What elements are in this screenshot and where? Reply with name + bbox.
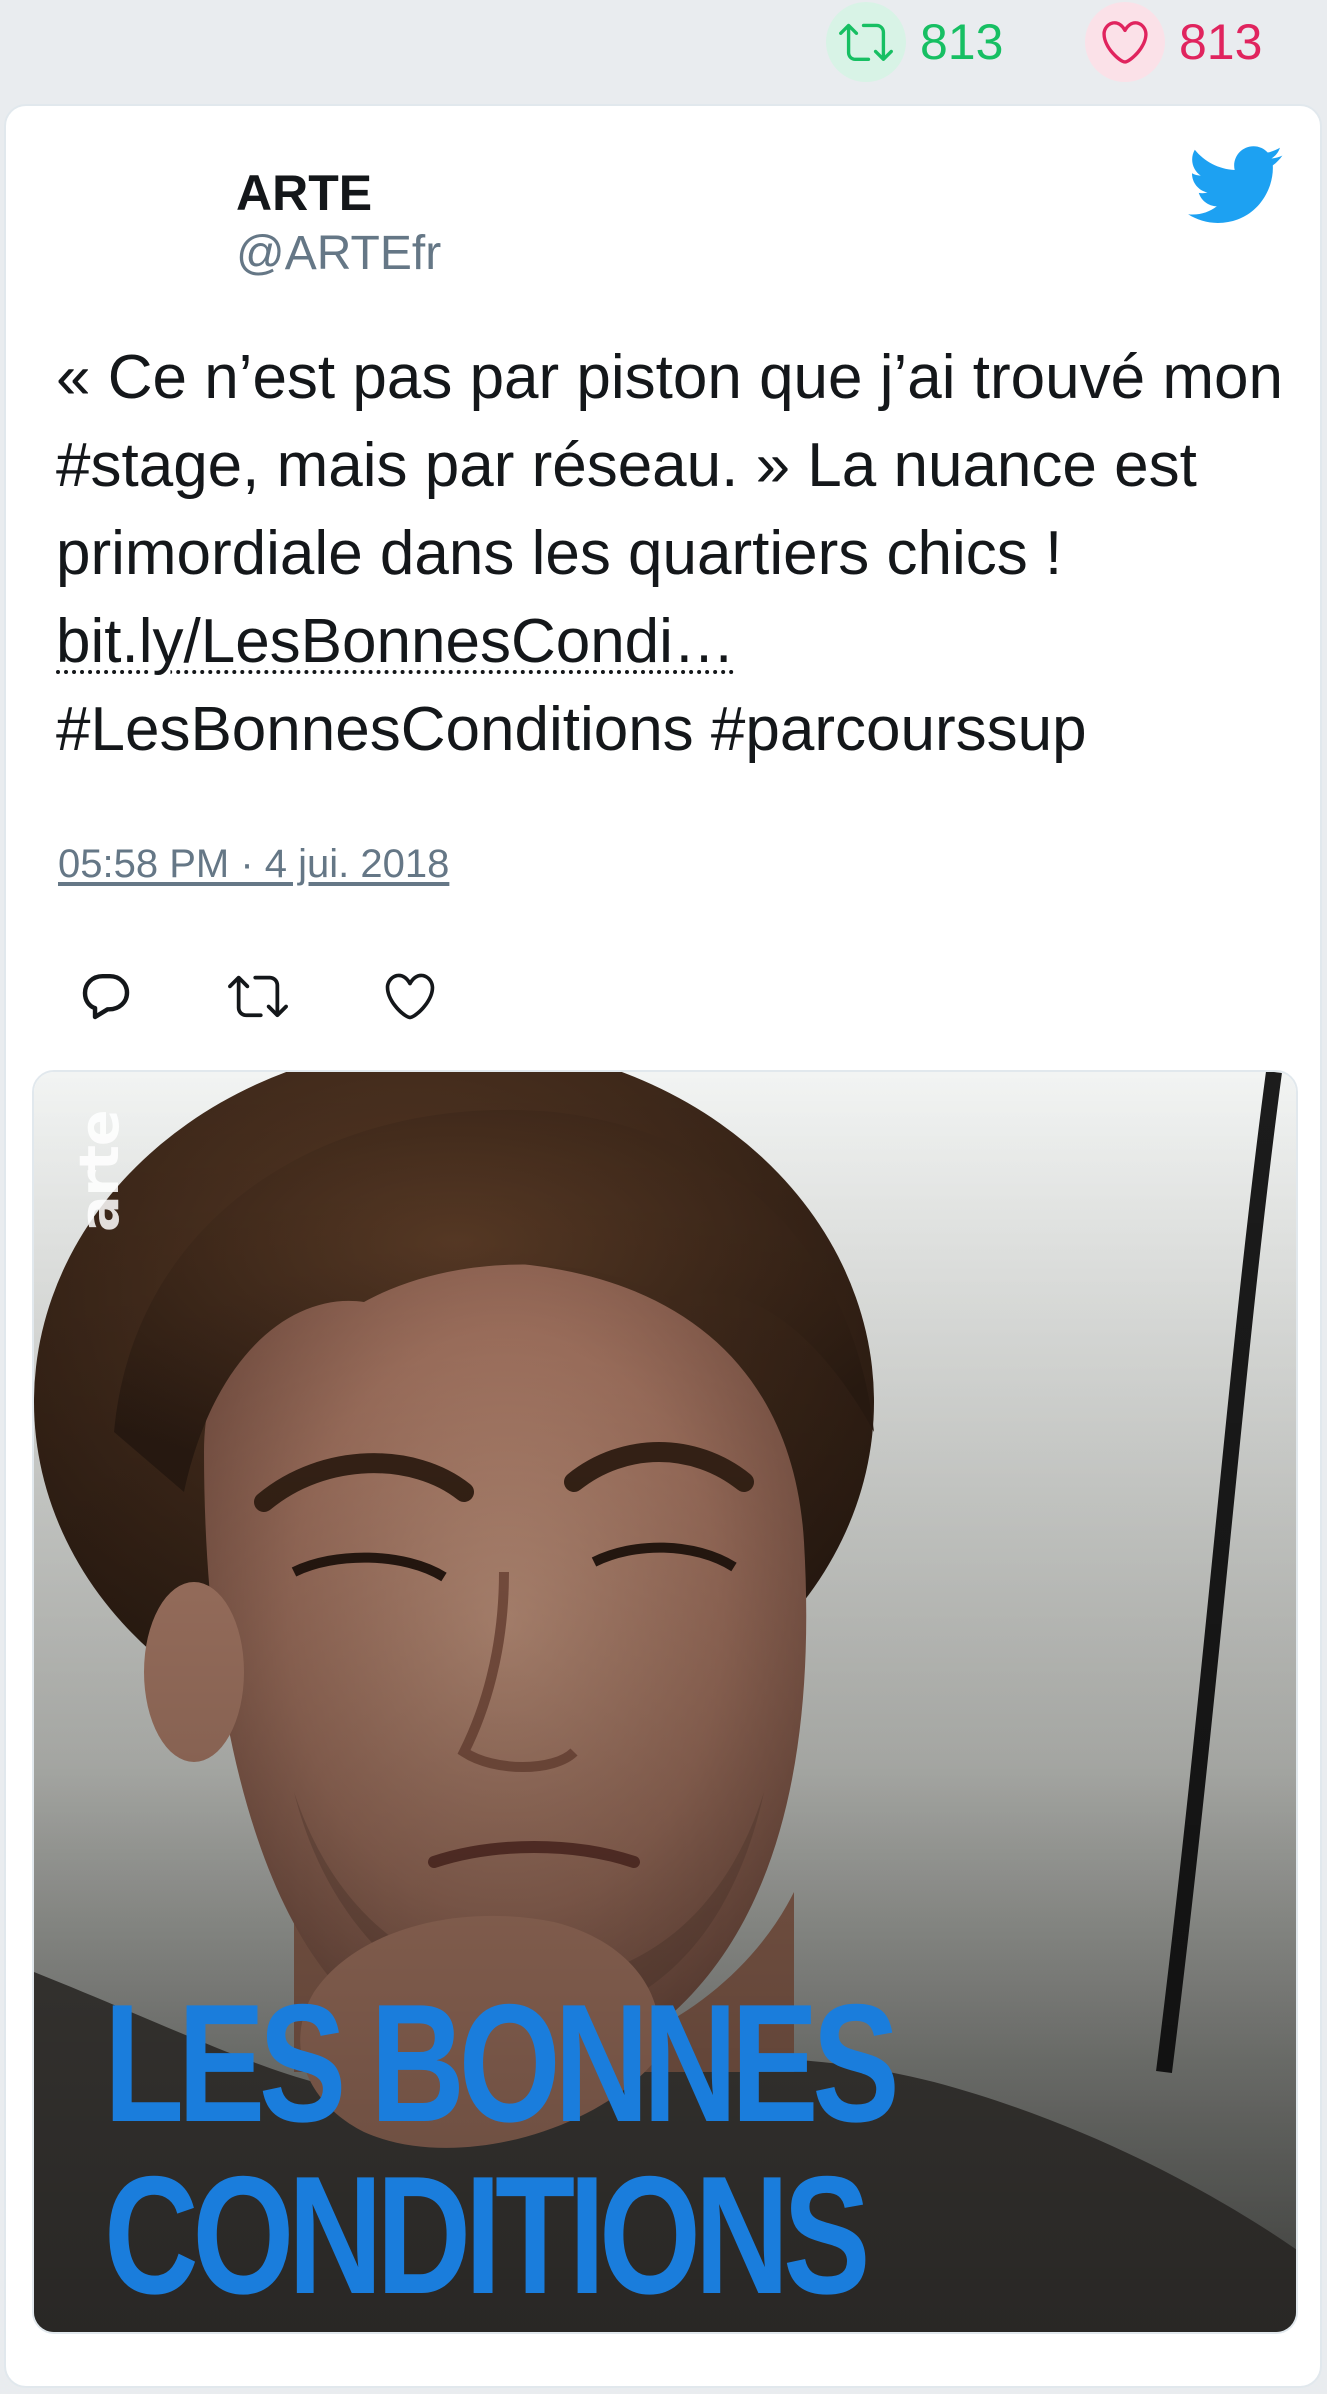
tweet-text: « Ce n’est pas par piston que j’ai trouv…	[56, 334, 1286, 774]
tweet-text-body: « Ce n’est pas par piston que j’ai trouv…	[56, 343, 1283, 588]
arte-logo: arte	[68, 1110, 131, 1232]
retweet-count: 813	[920, 14, 1004, 70]
reply-button[interactable]	[56, 946, 156, 1046]
video-title-line-2: CONDITIONS	[104, 2141, 870, 2329]
heart-icon	[1085, 2, 1165, 82]
retweet-icon	[228, 975, 288, 1018]
reply-icon	[82, 973, 130, 1020]
like-stat[interactable]: 813	[1085, 2, 1263, 82]
like-button[interactable]	[360, 946, 460, 1046]
tweet-media-image[interactable]: arte LES BONNES CONDITIONS	[32, 1070, 1298, 2334]
author-handle[interactable]: @ARTEfr	[236, 226, 441, 281]
retweet-icon	[826, 2, 906, 82]
retweet-button[interactable]	[208, 946, 308, 1046]
retweet-stat[interactable]: 813	[826, 2, 1004, 82]
twitter-bird-icon[interactable]	[1188, 146, 1284, 226]
tweet-hashtags[interactable]: #LesBonnesConditions #parcourssup	[56, 695, 1087, 764]
tweet-timestamp[interactable]: 05:58 PM · 4 jui. 2018	[58, 842, 449, 887]
author-name[interactable]: ARTE	[236, 164, 372, 222]
tweet-link[interactable]: bit.ly/LesBonnesCondi…	[56, 607, 735, 676]
tweet-card: ARTE @ARTEfr « Ce n’est pas par piston q…	[4, 104, 1322, 2388]
video-title-line-1: LES BONNES	[104, 1969, 900, 2157]
tweet-actions	[56, 946, 460, 1046]
video-title-overlay: LES BONNES CONDITIONS	[104, 1969, 900, 2329]
like-count: 813	[1179, 14, 1263, 70]
heart-icon	[385, 973, 435, 1020]
engagement-stats: 813 813	[0, 0, 1327, 100]
